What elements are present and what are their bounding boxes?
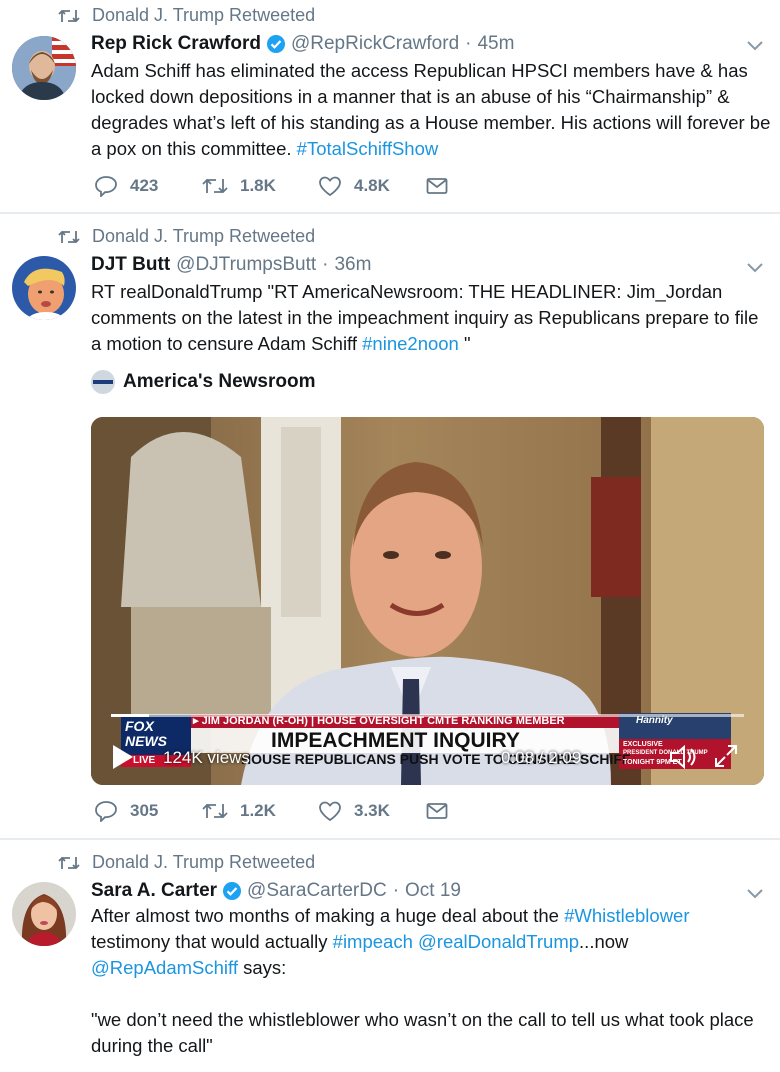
avatar[interactable] — [12, 882, 76, 946]
tweet-text-line: @RepAdamSchiff says: — [91, 955, 771, 981]
like-button[interactable]: 4.8K — [318, 175, 426, 197]
user-handle[interactable]: @SaraCarterDC — [247, 880, 387, 902]
live-badge: LIVE — [133, 755, 156, 766]
tweet-text: RT realDonaldTrump "RT AmericaNewsroom: … — [91, 279, 771, 357]
reply-button[interactable]: 305 — [94, 800, 202, 822]
hashtag-link[interactable]: #TotalSchiffShow — [297, 138, 439, 159]
chevron-down-icon[interactable] — [746, 888, 764, 900]
retweeted-by-label: Donald J. Trump Retweeted — [92, 226, 316, 246]
tweet-actions: 305 1.2K 3.3K — [94, 800, 460, 822]
separator: · — [392, 880, 400, 901]
tweet-header: Sara A. Carter @SaraCarterDC · Oct 19 — [91, 880, 461, 902]
mention-link[interactable]: @RepAdamSchiff — [91, 957, 238, 978]
chevron-down-icon[interactable] — [746, 40, 764, 52]
user-handle[interactable]: @RepRickCrawford — [291, 33, 459, 55]
separator: · — [322, 254, 329, 275]
video-time: 0:08 / 2:09 — [501, 748, 582, 767]
user-handle[interactable]: @DJTrumpsButt — [176, 254, 316, 276]
volume-icon — [670, 744, 696, 770]
retweet-icon — [202, 803, 228, 819]
expand-icon — [715, 745, 737, 767]
volume-button[interactable] — [669, 744, 699, 775]
chevron-down-icon[interactable] — [746, 262, 764, 274]
timestamp[interactable]: 45m — [477, 33, 514, 55]
video-player[interactable]: ▸ JIM JORDAN (R-OH) | HOUSE OVERSIGHT CM… — [91, 417, 764, 785]
retweeted-by-label: Donald J. Trump Retweeted — [92, 5, 316, 25]
message-button[interactable] — [426, 177, 460, 195]
card-source-name: America's Newsroom — [123, 371, 316, 392]
tweet-text-body: After almost two months of making a huge… — [91, 905, 565, 926]
tweet-text-body: testimony that would actually — [91, 931, 333, 952]
reply-button[interactable]: 423 — [94, 175, 202, 197]
hashtag-link[interactable]: #impeach — [333, 931, 413, 952]
retweet-icon — [58, 230, 80, 243]
tweet-text-line: testimony that would actually #impeach @… — [91, 929, 771, 955]
like-icon — [319, 176, 341, 197]
tweet-text: After almost two months of making a huge… — [91, 903, 771, 1059]
retweet-count: 1.2K — [240, 801, 276, 820]
display-name[interactable]: Rep Rick Crawford — [91, 33, 261, 55]
tweet-3[interactable]: Donald J. Trump Retweeted Sara A. Carter… — [0, 840, 780, 1072]
reply-icon — [95, 176, 117, 197]
hashtag-link[interactable]: #nine2noon — [362, 333, 459, 354]
retweet-context: Donald J. Trump Retweeted — [58, 226, 315, 247]
tweet-header: DJT Butt @DJTrumpsButt · 36m — [91, 254, 371, 276]
like-count: 3.3K — [354, 801, 390, 820]
verified-icon — [223, 882, 242, 900]
retweet-icon — [202, 178, 228, 194]
play-icon — [113, 745, 133, 769]
message-button[interactable] — [426, 802, 460, 820]
verified-icon — [266, 35, 285, 53]
timestamp[interactable]: Oct 19 — [405, 880, 461, 902]
promo-line1: EXCLUSIVE — [623, 741, 663, 748]
reply-count: 423 — [130, 176, 159, 195]
tweet-actions: 423 1.8K 4.8K — [94, 175, 460, 197]
tweet-quote: "we don’t need the whistleblower who was… — [91, 1009, 754, 1056]
tweet-text-body: ...now — [579, 931, 629, 952]
lower-third-top: ▸ JIM JORDAN (R-OH) | HOUSE OVERSIGHT CM… — [193, 715, 565, 727]
retweeted-by-label: Donald J. Trump Retweeted — [92, 852, 316, 872]
like-button[interactable]: 3.3K — [318, 800, 426, 822]
tweet-text-tail: " — [458, 333, 471, 354]
retweet-context: Donald J. Trump Retweeted — [58, 852, 315, 873]
hashtag-link[interactable]: #Whistleblower — [564, 905, 689, 926]
retweet-button[interactable]: 1.2K — [202, 801, 318, 821]
play-button[interactable] — [111, 743, 135, 776]
tweet-text: Adam Schiff has eliminated the access Re… — [91, 58, 771, 162]
avatar[interactable] — [12, 256, 76, 320]
lower-third-headline: IMPEACHMENT INQUIRY — [271, 729, 520, 752]
retweet-button[interactable]: 1.8K — [202, 176, 318, 196]
message-icon — [426, 803, 448, 819]
tweet-text-line: After almost two months of making a huge… — [91, 903, 771, 929]
tweet-text-body: says: — [237, 957, 287, 978]
timestamp[interactable]: 36m — [334, 254, 371, 276]
promo-brand: Hannity — [636, 715, 673, 726]
retweet-count: 1.8K — [240, 176, 276, 195]
like-icon — [319, 801, 341, 822]
separator: · — [465, 33, 472, 54]
display-name[interactable]: DJT Butt — [91, 254, 170, 276]
fullscreen-button[interactable] — [713, 743, 739, 774]
source-logo-icon — [91, 370, 115, 394]
reply-icon — [95, 801, 117, 822]
view-count: 124K views — [163, 748, 250, 767]
mention-link[interactable]: @realDonaldTrump — [418, 931, 579, 952]
card-source[interactable]: America's Newsroom — [91, 370, 316, 394]
tweet-header: Rep Rick Crawford @RepRickCrawford · 45m — [91, 33, 514, 55]
tweet-2[interactable]: Donald J. Trump Retweeted DJT Butt @DJTr… — [0, 214, 780, 838]
retweet-icon — [58, 9, 80, 22]
like-count: 4.8K — [354, 176, 390, 195]
display-name[interactable]: Sara A. Carter — [91, 880, 217, 902]
reply-count: 305 — [130, 801, 159, 820]
message-icon — [426, 178, 448, 194]
tweet-1[interactable]: Donald J. Trump Retweeted Rep Rick Crawf… — [0, 0, 780, 212]
avatar[interactable] — [12, 36, 76, 100]
retweet-context: Donald J. Trump Retweeted — [58, 5, 315, 26]
retweet-icon — [58, 856, 80, 869]
